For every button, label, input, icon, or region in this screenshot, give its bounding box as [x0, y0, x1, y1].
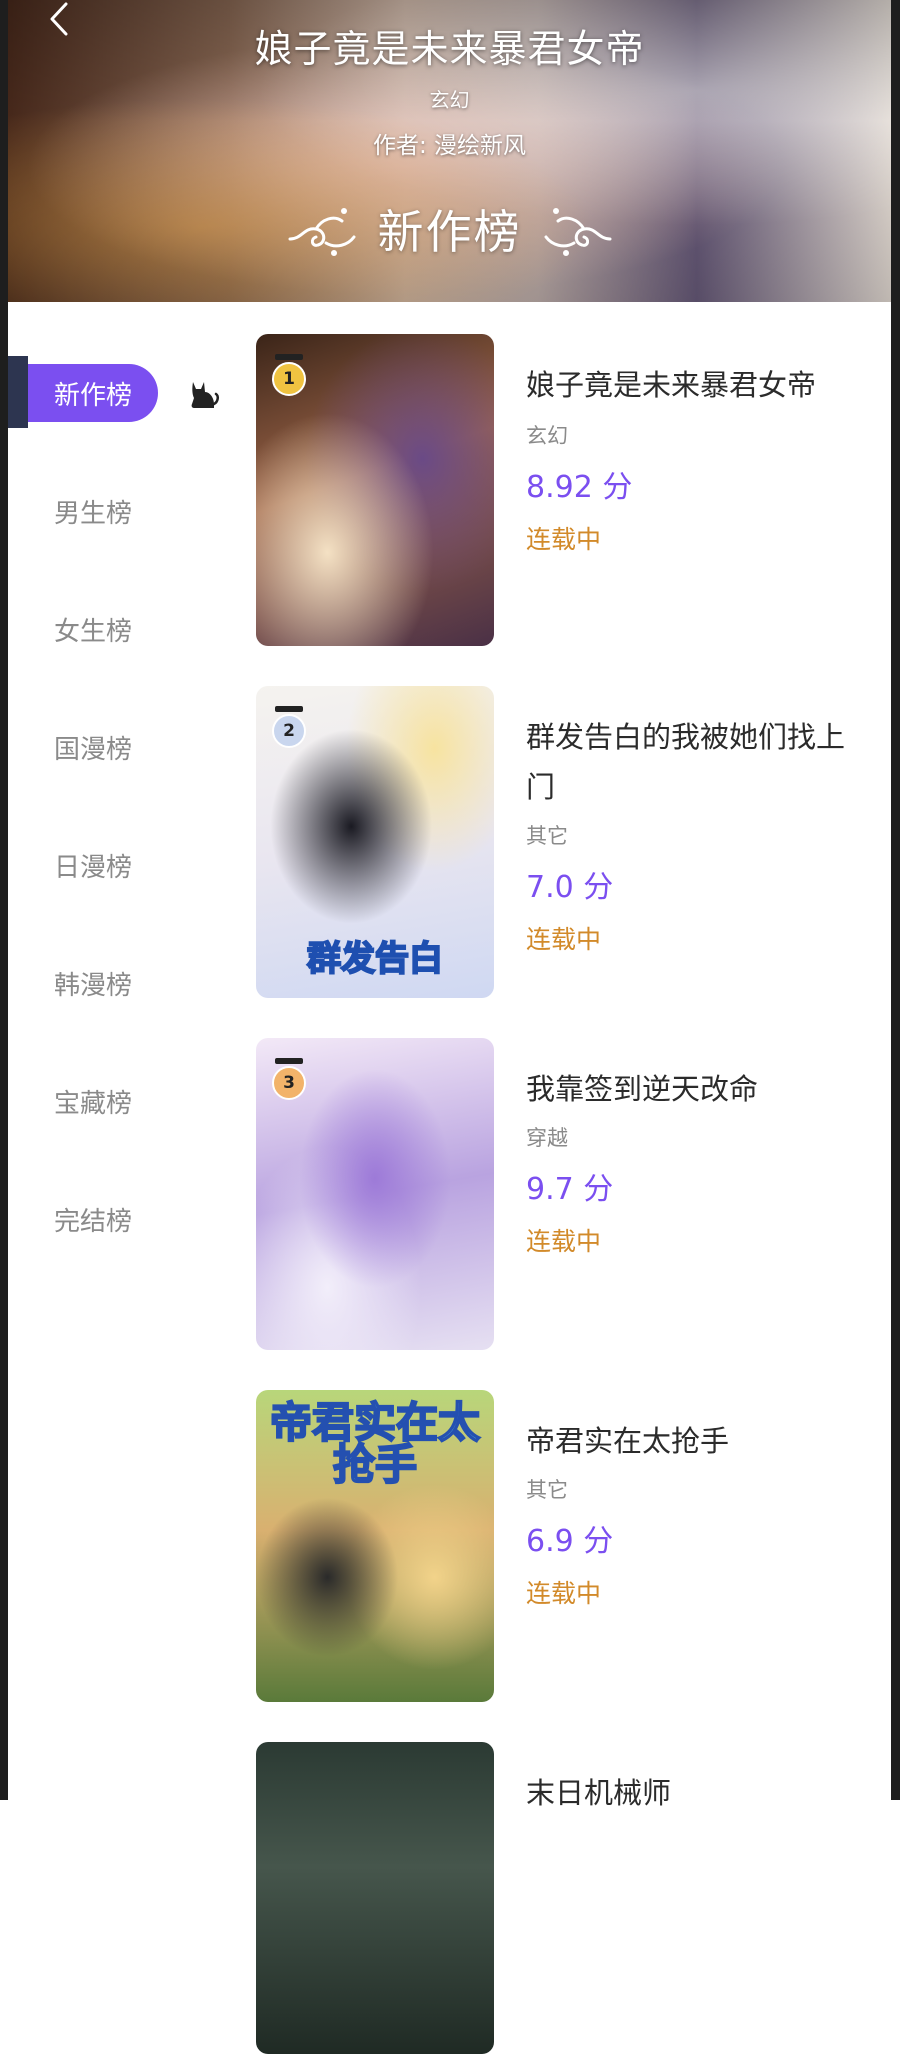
- header-banner: 娘子竟是未来暴君女帝 玄幻 作者: 漫绘新风 新作榜: [8, 0, 891, 302]
- author-name: 漫绘新风: [434, 133, 527, 159]
- comic-status: 连载中: [526, 925, 602, 954]
- comic-title: 帝君实在太抢手: [526, 1424, 730, 1458]
- sidebar-item-label: 宝藏榜: [54, 1088, 133, 1119]
- comic-score: 9.7 分: [526, 1172, 614, 1207]
- rank-medal: 3: [272, 1058, 306, 1106]
- comic-score: 6.9 分: [526, 1524, 614, 1559]
- comic-genre: 其它: [526, 1478, 568, 1502]
- header-genre: 玄幻: [429, 88, 470, 112]
- comic-genre: 其它: [526, 824, 568, 848]
- comic-card[interactable]: 3 我靠签到逆天改命 穿越 9.7 分 连载中: [256, 1006, 886, 1350]
- header-author: 作者: 漫绘新风: [8, 126, 891, 160]
- comic-score: 8.92 分: [526, 470, 633, 505]
- sidebar-item-treasure[interactable]: 宝藏榜: [8, 1066, 248, 1136]
- rank-number: 3: [272, 1066, 306, 1100]
- comic-cover[interactable]: 1: [256, 334, 494, 646]
- rank-number: 1: [272, 362, 306, 396]
- sidebar-item-label: 完结榜: [54, 1206, 133, 1237]
- sidebar-item-korean[interactable]: 韩漫榜: [8, 948, 248, 1018]
- sidebar-item-label: 韩漫榜: [54, 970, 133, 1001]
- comic-score: 7.0 分: [526, 870, 614, 905]
- sidebar-item-chinese[interactable]: 国漫榜: [8, 712, 248, 782]
- cover-title-art: 帝君实在太抢手: [269, 1398, 481, 1489]
- swirl-ornament-left-icon: [288, 208, 355, 256]
- active-indicator: [8, 356, 28, 428]
- cover-title-art: 群发告白: [306, 939, 444, 979]
- rank-heading: 新作榜: [8, 196, 891, 262]
- screen-frame-left: [0, 0, 8, 1800]
- screen-frame-right: [891, 0, 900, 1800]
- comic-card[interactable]: 末日机械师: [256, 1710, 886, 2054]
- comic-cover[interactable]: 帝君实在太抢手: [256, 1390, 494, 1702]
- author-label: 作者:: [372, 133, 427, 159]
- comic-card[interactable]: 1 娘子竟是未来暴君女帝 玄幻 8.92 分 连载中: [256, 302, 886, 646]
- comic-card[interactable]: 帝君实在太抢手 帝君实在太抢手 其它 6.9 分 连载中: [256, 1358, 886, 1702]
- comic-cover[interactable]: [256, 1742, 494, 2054]
- sidebar-item-completed[interactable]: 完结榜: [8, 1184, 248, 1254]
- sidebar-item-label: 男生榜: [54, 498, 133, 529]
- comic-card[interactable]: 2 群发告白 群发告白的我被她们找上门 其它 7.0 分 连载中: [256, 654, 886, 998]
- comic-status: 连载中: [526, 1579, 602, 1608]
- sidebar-item-label: 日漫榜: [54, 852, 133, 883]
- comic-title: 群发告白的我被她们找上门: [526, 720, 846, 804]
- comic-status: 连载中: [526, 525, 602, 554]
- comic-status: 连载中: [526, 1227, 602, 1256]
- comic-cover[interactable]: 3: [256, 1038, 494, 1350]
- comic-genre: 玄幻: [526, 424, 568, 448]
- comic-title: 娘子竟是未来暴君女帝: [526, 368, 817, 402]
- comic-genre: 穿越: [526, 1126, 568, 1150]
- sidebar-item-male[interactable]: 男生榜: [8, 476, 248, 546]
- comic-title: 末日机械师: [526, 1776, 672, 1810]
- cat-icon: [191, 382, 219, 408]
- rank-medal: 1: [272, 354, 306, 402]
- sidebar-item-japanese[interactable]: 日漫榜: [8, 830, 248, 900]
- comic-title: 我靠签到逆天改命: [526, 1072, 759, 1106]
- comic-cover[interactable]: 2 群发告白: [256, 686, 494, 998]
- rank-medal: 2: [272, 706, 306, 754]
- sidebar-item-label: 国漫榜: [54, 734, 133, 765]
- rank-heading-text: 新作榜: [377, 205, 522, 259]
- sidebar-item-label: 新作榜: [54, 380, 133, 411]
- sidebar-item-female[interactable]: 女生榜: [8, 594, 248, 664]
- header-title: 娘子竟是未来暴君女帝: [254, 27, 645, 71]
- ranking-sidebar: 新作榜 男生榜 女生榜 国漫榜 日漫榜 韩漫榜 宝藏榜 完结榜: [8, 302, 248, 1800]
- sidebar-item-label: 女生榜: [54, 616, 133, 647]
- swirl-ornament-right-icon: [544, 208, 611, 256]
- sidebar-item-new[interactable]: 新作榜: [8, 356, 248, 428]
- rank-number: 2: [272, 714, 306, 748]
